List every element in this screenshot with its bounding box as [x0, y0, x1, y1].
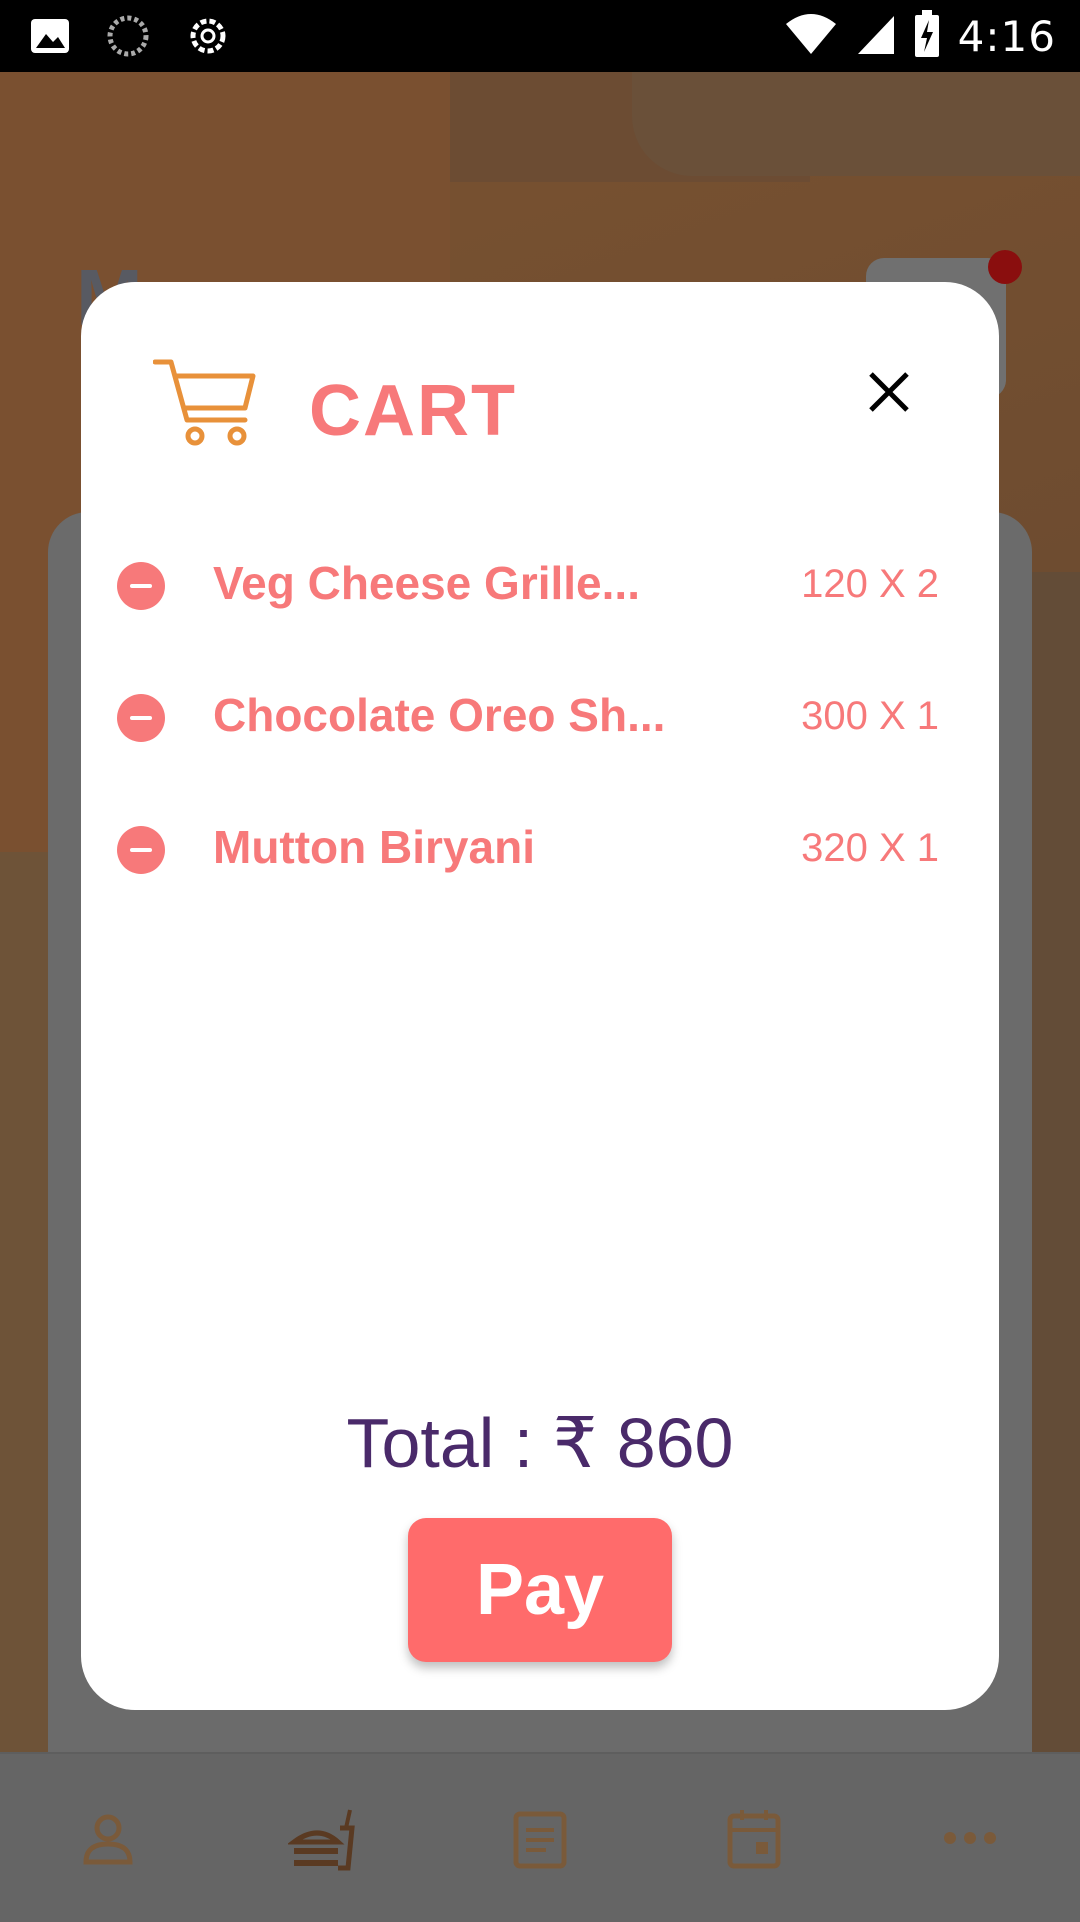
cart-item-price-qty: 300 X 1 [801, 694, 939, 738]
cart-item: Veg Cheese Grille... 120 X 2 [81, 542, 999, 674]
cart-item-name: Chocolate Oreo Sh... [213, 689, 666, 741]
remove-item-button[interactable] [117, 694, 165, 742]
food-icon [284, 1798, 364, 1878]
pay-button[interactable]: Pay [408, 1518, 672, 1662]
cart-item-price-qty: 120 X 2 [801, 562, 939, 606]
wifi-icon [784, 12, 838, 61]
cart-total: Total : ₹ 860 [346, 1404, 734, 1482]
cart-dialog: CART Veg Cheese Grille... 120 X 2 Chocol… [81, 282, 999, 1710]
status-time: 4:16 [957, 12, 1056, 61]
orders-icon [500, 1798, 580, 1878]
profile-icon [68, 1798, 148, 1878]
cart-item-price-qty: 320 X 1 [801, 826, 939, 870]
cart-item-list: Veg Cheese Grille... 120 X 2 Chocolate O… [81, 542, 999, 938]
cart-item: Mutton Biryani 320 X 1 [81, 806, 999, 938]
signal-icon [856, 12, 896, 61]
image-icon [30, 18, 70, 59]
calendar-icon [714, 1798, 794, 1878]
battery-icon [914, 10, 940, 63]
notification-badge [988, 250, 1022, 284]
close-icon [869, 372, 909, 412]
cart-icon [152, 356, 263, 450]
bottom-navigation [0, 1752, 1080, 1922]
more-icon [930, 1798, 1010, 1878]
cart-title: CART [309, 371, 517, 451]
remove-item-button[interactable] [117, 826, 165, 874]
loading-icon [106, 14, 150, 63]
close-button[interactable] [859, 362, 919, 422]
remove-item-button[interactable] [117, 562, 165, 610]
cart-item-name: Veg Cheese Grille... [213, 557, 640, 609]
cart-item-name: Mutton Biryani [213, 821, 535, 873]
settings-icon [186, 14, 230, 63]
status-bar: 4:16 [0, 0, 1080, 72]
cart-item: Chocolate Oreo Sh... 300 X 1 [81, 674, 999, 806]
